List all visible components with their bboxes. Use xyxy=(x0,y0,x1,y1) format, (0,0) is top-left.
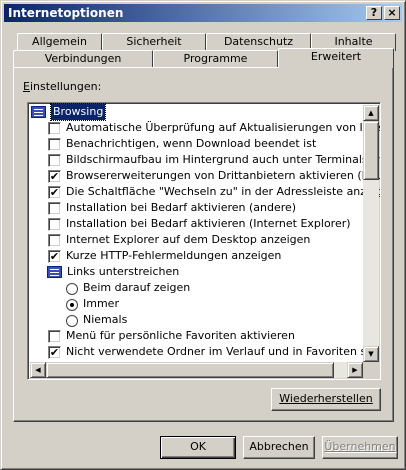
horizontal-scroll-thumb[interactable] xyxy=(46,362,334,378)
setting-row[interactable]: Immer xyxy=(28,296,363,312)
tab-programme[interactable]: Programme xyxy=(153,50,278,68)
tab-label: Sicherheit xyxy=(126,35,182,48)
setting-checkbox[interactable]: ✔ xyxy=(48,186,61,199)
setting-label: Bildschirmaufbau im Hintergrund auch unt… xyxy=(66,153,380,166)
scroll-up-button[interactable]: ▲ xyxy=(363,105,379,121)
tab-label: Allgemein xyxy=(32,35,87,48)
setting-checkbox[interactable] xyxy=(48,202,61,215)
setting-radio[interactable] xyxy=(66,315,78,327)
settings-label: Einstellungen: xyxy=(23,80,101,93)
settings-tree[interactable]: Browsing Automatische Überprüfung auf Akt… xyxy=(27,102,381,380)
setting-label: Kurze HTTP-Fehlermeldungen anzeigen xyxy=(66,249,282,262)
setting-row[interactable]: Installation bei Bedarf aktivieren (ande… xyxy=(28,200,363,216)
setting-label: Browsererweiterungen von Drittanbietern … xyxy=(66,169,380,182)
setting-row[interactable]: Niemals xyxy=(28,312,363,328)
tab-label: Verbindungen xyxy=(44,52,122,65)
vertical-scrollbar[interactable]: ▲ ▼ xyxy=(363,105,379,362)
setting-row[interactable]: Automatische Überprüfung auf Aktualisier… xyxy=(28,120,380,136)
setting-label: Nicht verwendete Ordner im Verlauf und i… xyxy=(66,345,381,358)
setting-label: Die Schaltfläche "Wechseln zu" in der Ad… xyxy=(66,185,381,198)
close-button[interactable]: × xyxy=(384,6,400,20)
setting-row[interactable]: ✔ Die Schaltfläche "Wechseln zu" in der A… xyxy=(28,184,380,200)
restore-defaults-label: Wiederherstellen xyxy=(279,392,373,405)
restore-defaults-button[interactable]: Wiederherstellen xyxy=(271,388,381,411)
setting-label: Menü für persönliche Favoriten aktiviere… xyxy=(66,329,295,342)
setting-row[interactable]: Benachrichtigen, wenn Download beendet i… xyxy=(28,136,363,152)
tab-label: Erweitert xyxy=(310,50,362,63)
scrollbar-corner xyxy=(363,362,379,378)
setting-checkbox[interactable]: ✔ xyxy=(48,170,61,183)
setting-row[interactable]: ✔ Kurze HTTP-Fehlermeldungen anzeigen xyxy=(28,248,363,264)
setting-label: Automatische Überprüfung auf Aktualisier… xyxy=(66,121,380,134)
setting-row[interactable]: ✔ Browsererweiterungen von Drittanbietern… xyxy=(28,168,380,184)
settings-label-text: instellungen: xyxy=(29,80,102,93)
vertical-scroll-thumb[interactable] xyxy=(363,121,379,180)
setting-checkbox[interactable] xyxy=(48,218,61,231)
settings-folder-icon xyxy=(31,106,46,118)
ok-button[interactable]: OK xyxy=(160,436,236,459)
setting-row[interactable]: Bildschirmaufbau im Hintergrund auch unt… xyxy=(28,152,380,168)
setting-row[interactable]: Browsing xyxy=(28,103,363,121)
ok-label: OK xyxy=(190,440,206,453)
setting-checkbox[interactable] xyxy=(48,330,61,343)
tab-label: Datenschutz xyxy=(223,35,294,48)
setting-label: Installation bei Bedarf aktivieren (ande… xyxy=(66,201,297,214)
help-button[interactable]: ? xyxy=(366,6,382,20)
tab-allgemein[interactable]: Allgemein xyxy=(17,33,102,51)
setting-row[interactable]: Installation bei Bedarf aktivieren (Inte… xyxy=(28,216,363,232)
scroll-down-button[interactable]: ▼ xyxy=(363,346,379,362)
setting-label: Beim darauf zeigen xyxy=(83,281,191,294)
setting-label: Immer xyxy=(83,297,119,310)
scroll-right-button[interactable]: ▶ xyxy=(347,362,363,378)
apply-label: Übernehmen xyxy=(324,440,396,453)
setting-checkbox[interactable] xyxy=(48,122,61,135)
title-bar[interactable]: Internetoptionen ? × xyxy=(4,4,402,22)
setting-label: Links unterstreichen xyxy=(67,265,180,278)
setting-label: Installation bei Bedarf aktivieren (Inte… xyxy=(66,217,351,230)
apply-button[interactable]: Übernehmen xyxy=(322,436,398,459)
cancel-button[interactable]: Abbrechen xyxy=(243,436,315,459)
tab-erweitert[interactable]: Erweitert xyxy=(278,48,394,68)
setting-checkbox[interactable]: ✔ xyxy=(48,250,61,263)
setting-row[interactable]: Internet Explorer auf dem Desktop anzeig… xyxy=(28,232,363,248)
setting-row[interactable]: Beim darauf zeigen xyxy=(28,280,363,296)
tab-sicherheit[interactable]: Sicherheit xyxy=(102,33,206,51)
setting-checkbox[interactable]: ✔ xyxy=(48,346,61,359)
setting-checkbox[interactable] xyxy=(48,154,61,167)
window-title: Internetoptionen xyxy=(8,6,124,20)
setting-row[interactable]: Links unterstreichen xyxy=(28,264,363,280)
setting-checkbox[interactable] xyxy=(48,234,61,247)
setting-checkbox[interactable] xyxy=(48,138,61,151)
settings-label-accesskey: E xyxy=(23,80,30,93)
setting-radio[interactable] xyxy=(66,299,78,311)
subgroup-icon xyxy=(47,266,62,278)
setting-label: Internet Explorer auf dem Desktop anzeig… xyxy=(66,233,311,246)
horizontal-scrollbar[interactable]: ◀ ▶ xyxy=(30,362,363,378)
setting-label: Niemals xyxy=(83,313,128,326)
setting-label: Benachrichtigen, wenn Download beendet i… xyxy=(66,137,317,150)
setting-label: Browsing xyxy=(49,103,107,121)
cancel-label: Abbrechen xyxy=(249,440,309,453)
tab-verbindungen[interactable]: Verbindungen xyxy=(13,50,153,68)
setting-row[interactable]: ✔ Nicht verwendete Ordner im Verlauf und … xyxy=(28,344,380,360)
setting-row[interactable]: Menü für persönliche Favoriten aktiviere… xyxy=(28,328,363,344)
scroll-left-button[interactable]: ◀ xyxy=(30,362,46,378)
tab-label: Inhalte xyxy=(334,35,373,48)
setting-radio[interactable] xyxy=(66,283,78,295)
tab-label: Programme xyxy=(183,52,248,65)
